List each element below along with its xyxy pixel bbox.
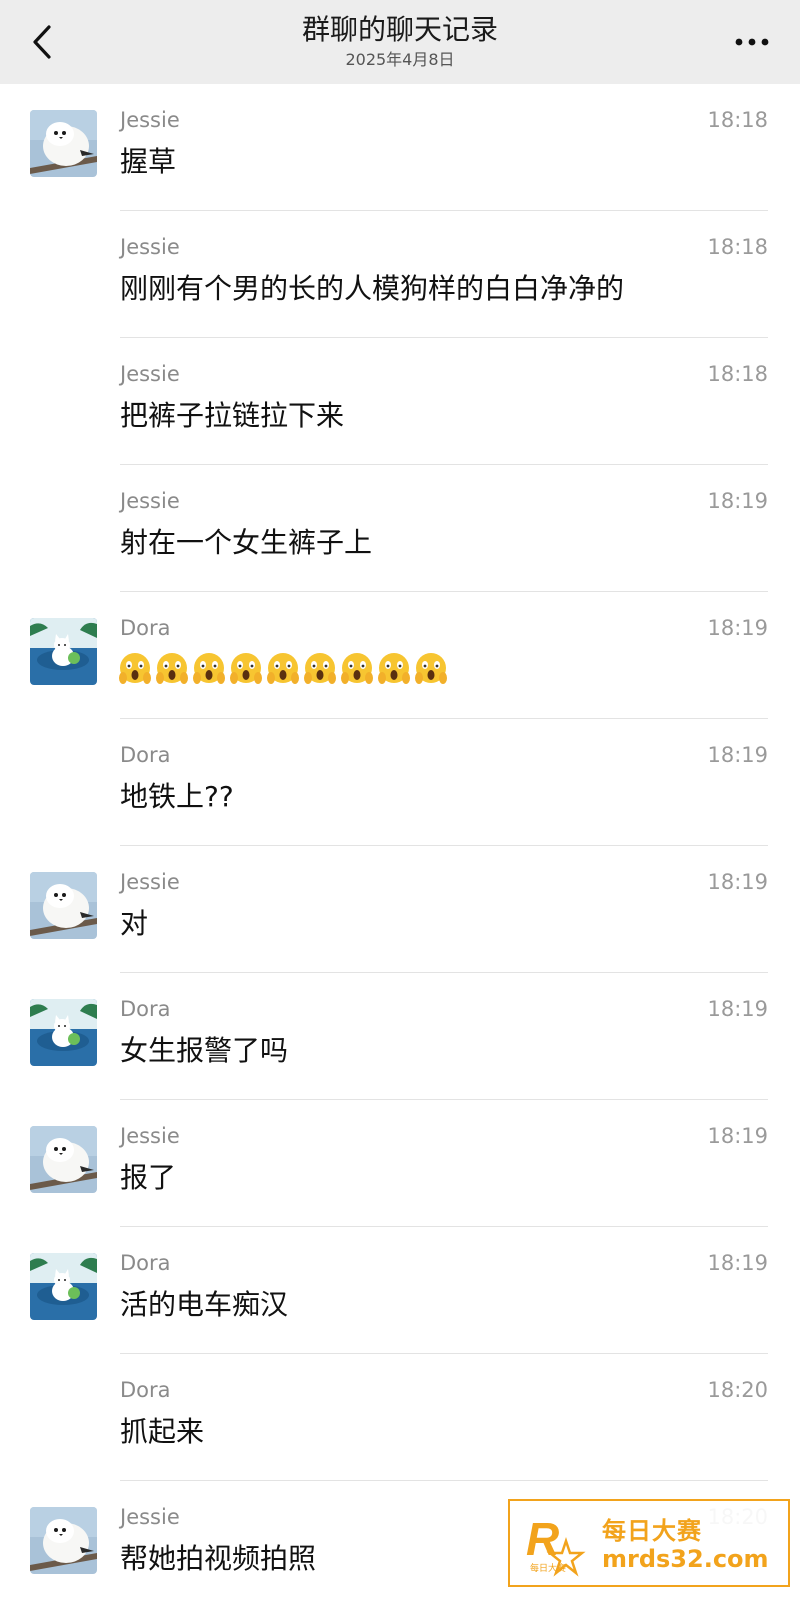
more-options-button[interactable]: [730, 24, 774, 60]
message-time: 18:19: [707, 997, 768, 1021]
message-text: 握草: [120, 145, 177, 178]
sender-name: Dora: [120, 616, 171, 640]
avatar-dora[interactable]: [30, 618, 97, 685]
message-time: 18:19: [707, 616, 768, 640]
message-row[interactable]: Dora 18:20 抓起来: [0, 1354, 800, 1481]
message-time: 18:19: [707, 489, 768, 513]
message-row[interactable]: Jessie 18:18 刚刚有个男的长的人模狗样的白白净净的: [0, 211, 800, 338]
message-time: 18:19: [707, 870, 768, 894]
message-time: 18:19: [707, 743, 768, 767]
sender-name: Jessie: [120, 870, 180, 894]
message-text: 刚刚有个男的长的人模狗样的白白净净的: [120, 272, 625, 305]
svg-text:R: R: [526, 1513, 559, 1565]
message-text: 活的电车痴汉: [120, 1288, 289, 1321]
watermark-url: mrds32.com: [602, 1545, 769, 1573]
page-title: 群聊的聊天记录: [301, 13, 498, 46]
message-time: 18:18: [707, 235, 768, 259]
scream-emoji-icon: [414, 652, 448, 688]
sender-name: Jessie: [120, 235, 180, 259]
sender-name: Jessie: [120, 108, 180, 132]
message-row[interactable]: Dora 18:19 地铁上??: [0, 719, 800, 846]
avatar-jessie[interactable]: [30, 1507, 97, 1574]
watermark-name: 每日大赛: [602, 1517, 702, 1545]
sender-name: Dora: [120, 1378, 171, 1402]
avatar-jessie[interactable]: [30, 1126, 97, 1193]
sender-name: Dora: [120, 997, 171, 1021]
message-row[interactable]: Dora 18:19 女生报警了吗: [0, 973, 800, 1100]
sender-name: Jessie: [120, 489, 180, 513]
message-row[interactable]: Jessie 18:19 对: [0, 846, 800, 973]
emoji-message: [118, 652, 448, 692]
scream-emoji-icon: [303, 652, 337, 688]
message-text: 把裤子拉链拉下来: [120, 399, 345, 432]
message-time: 18:20: [707, 1378, 768, 1402]
sender-name: Jessie: [120, 1124, 180, 1148]
scream-emoji-icon: [340, 652, 374, 688]
scream-emoji-icon: [155, 652, 189, 688]
message-text: 女生报警了吗: [120, 1034, 289, 1067]
message-time: 18:18: [707, 362, 768, 386]
site-watermark: R 每日大赛 每日大赛 mrds32.com: [508, 1499, 790, 1587]
message-time: 18:19: [707, 1124, 768, 1148]
message-row[interactable]: Dora 18:19 活的电车痴汉: [0, 1227, 800, 1354]
message-text: 对: [120, 907, 149, 940]
avatar-dora[interactable]: [30, 999, 97, 1066]
message-text: 抓起来: [120, 1415, 205, 1448]
message-row[interactable]: Jessie 18:18 把裤子拉链拉下来: [0, 338, 800, 465]
sender-name: Jessie: [120, 1505, 180, 1529]
scream-emoji-icon: [229, 652, 263, 688]
svg-text:每日大赛: 每日大赛: [530, 1562, 566, 1574]
sender-name: Dora: [120, 1251, 171, 1275]
message-row[interactable]: Jessie 18:19 射在一个女生裤子上: [0, 465, 800, 592]
sender-name: Dora: [120, 743, 171, 767]
chat-history-header: 群聊的聊天记录 2025年4月8日: [0, 0, 800, 84]
chat-date: 2025年4月8日: [345, 50, 455, 69]
message-time: 18:19: [707, 1251, 768, 1275]
message-text: 地铁上??: [120, 780, 234, 813]
message-text: 报了: [120, 1161, 177, 1194]
message-text: 射在一个女生裤子上: [120, 526, 373, 559]
scream-emoji-icon: [192, 652, 226, 688]
message-row[interactable]: Jessie 18:18 握草: [0, 84, 800, 211]
message-time: 18:18: [707, 108, 768, 132]
scream-emoji-icon: [266, 652, 300, 688]
message-list[interactable]: Jessie 18:18 握草 Jessie 18:18 刚刚有个男的长的人模狗样的白白净…: [0, 84, 800, 1608]
avatar-jessie[interactable]: [30, 872, 97, 939]
message-row[interactable]: Dora 18:19: [0, 592, 800, 719]
watermark-logo: R 每日大赛: [526, 1513, 586, 1577]
sender-name: Jessie: [120, 362, 180, 386]
scream-emoji-icon: [118, 652, 152, 688]
message-row[interactable]: Jessie 18:19 报了: [0, 1100, 800, 1227]
message-text: 帮她拍视频拍照: [120, 1542, 317, 1575]
avatar-jessie[interactable]: [30, 110, 97, 177]
scream-emoji-icon: [377, 652, 411, 688]
avatar-dora[interactable]: [30, 1253, 97, 1320]
more-dots-icon: [735, 38, 769, 46]
